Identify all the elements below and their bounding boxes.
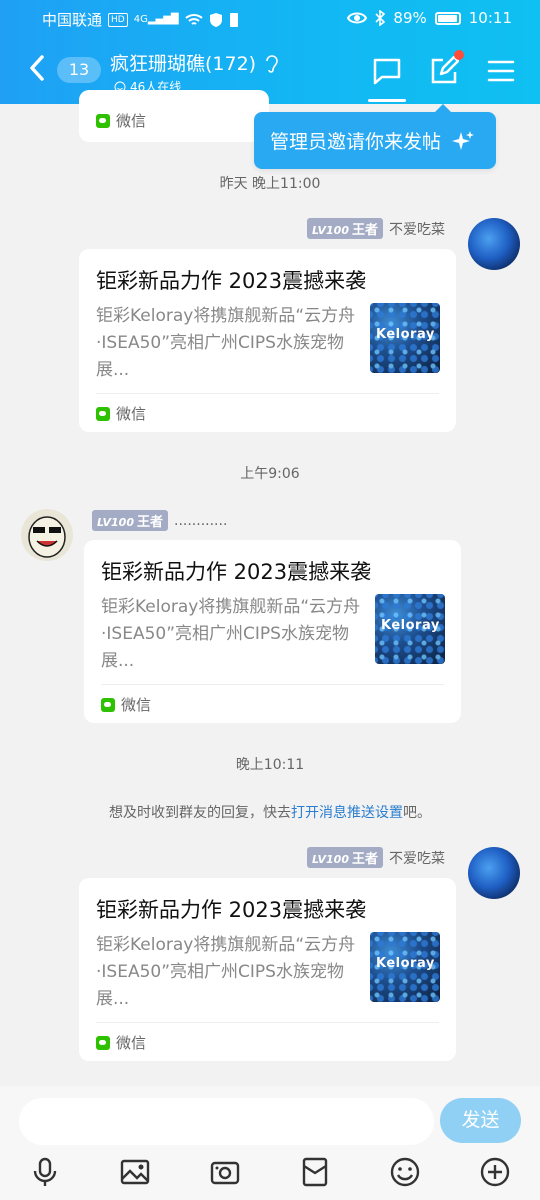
group-title[interactable]: 疯狂珊瑚礁(172) [110, 49, 280, 76]
unread-count-badge[interactable]: 13 [57, 57, 101, 83]
card-thumbnail: Keloray [375, 594, 445, 664]
bluetooth-icon [375, 10, 386, 26]
source-label: 微信 [116, 1034, 147, 1052]
timestamp: 昨天 晚上11:00 [219, 176, 321, 192]
send-button[interactable]: 发送 [440, 1098, 521, 1143]
card-source: 微信 [96, 1032, 146, 1053]
app-header: 中国联通 HD 4G▂▄▆█ 89% 10:11 13 疯狂珊瑚礁(172) 4… [0, 0, 540, 104]
level-badge: LV100 王者 [307, 218, 383, 239]
rank-text: 王者 [351, 223, 378, 238]
shield-icon [209, 12, 222, 27]
divider [101, 684, 444, 685]
card-thumbnail: Keloray [370, 303, 440, 373]
menu-icon[interactable] [486, 56, 516, 86]
card-description: 钜彩Keloray将携旗舰新品“云方舟·ISEA50”亮相广州CIPS水族宠物展… [96, 306, 356, 380]
back-arrow-icon[interactable] [26, 52, 48, 84]
hd-badge: HD [108, 12, 128, 27]
message-card[interactable]: 钜彩新品力作 2023震撼来袭 钜彩Keloray将携旗舰新品“云方舟·ISEA… [79, 878, 456, 1061]
message-card-partial[interactable]: 微信 [79, 90, 269, 142]
camera-icon[interactable] [209, 1156, 241, 1188]
eye-icon [347, 12, 368, 24]
active-tab-indicator [368, 99, 406, 102]
timestamp: 晚上10:11 [235, 757, 305, 773]
avatar[interactable] [468, 847, 520, 899]
card-source: 微信 [96, 403, 146, 424]
tooltip-text: 管理员邀请你来发帖 [270, 131, 442, 153]
notice-text: 想及时收到群友的回复，快去 [109, 805, 291, 821]
level-text: LV100 [97, 516, 134, 529]
avatar[interactable] [468, 218, 520, 270]
notice-suffix: 吧。 [403, 805, 431, 821]
level-text: LV100 [312, 853, 349, 866]
level-text: LV100 [312, 224, 349, 237]
sim-icon [229, 12, 238, 27]
sender-info: LV100 王者 不爱吃菜 [307, 847, 445, 868]
red-packet-icon[interactable] [299, 1156, 331, 1188]
card-title: 钜彩新品力作 2023震撼来袭 [96, 269, 367, 293]
chat-bubble-icon[interactable] [372, 56, 402, 86]
divider [96, 1022, 439, 1023]
sender-info: LV100 王者 ............ [92, 510, 227, 531]
status-bar: 中国联通 HD 4G▂▄▆█ 89% 10:11 [0, 0, 540, 36]
battery-percent: 89% [393, 9, 427, 27]
new-dot-badge [454, 50, 464, 60]
card-description: 钜彩Keloray将携旗舰新品“云方舟·ISEA50”亮相广州CIPS水族宠物展… [101, 597, 361, 671]
microphone-icon[interactable] [29, 1156, 61, 1188]
ear-icon [266, 54, 278, 73]
wechat-icon [96, 1035, 110, 1050]
admin-invite-tooltip[interactable]: 管理员邀请你来发帖 [254, 104, 496, 169]
composer-bar: 发送 [0, 1086, 540, 1200]
card-thumbnail: Keloray [370, 932, 440, 1002]
push-notice: 想及时收到群友的回复，快去打开消息推送设置吧。 [0, 802, 540, 822]
carrier-label: 中国联通 [42, 11, 103, 29]
card-source: 微信 [101, 694, 151, 715]
cartoon-face-icon [28, 516, 66, 558]
card-description: 钜彩Keloray将携旗舰新品“云方舟·ISEA50”亮相广州CIPS水族宠物展… [96, 935, 356, 1009]
message-input[interactable] [19, 1098, 434, 1145]
message-card[interactable]: 钜彩新品力作 2023震撼来袭 钜彩Keloray将携旗舰新品“云方舟·ISEA… [84, 540, 461, 723]
signal-icon: 4G▂▄▆█ [133, 13, 179, 25]
sender-name[interactable]: 不爱吃菜 [389, 219, 445, 239]
wifi-icon [184, 13, 203, 25]
level-badge: LV100 王者 [92, 510, 168, 531]
message-card[interactable]: 钜彩新品力作 2023震撼来袭 钜彩Keloray将携旗舰新品“云方舟·ISEA… [79, 249, 456, 432]
wechat-icon [96, 113, 110, 128]
battery-icon [434, 11, 461, 25]
thumb-brand: Keloray [376, 327, 435, 342]
sender-info: LV100 王者 不爱吃菜 [307, 218, 445, 239]
source-label: 微信 [116, 112, 147, 130]
rank-text: 王者 [136, 515, 163, 530]
clock: 10:11 [468, 9, 512, 27]
thumb-brand: Keloray [381, 618, 440, 633]
emoji-icon[interactable] [389, 1156, 421, 1188]
group-name: 疯狂珊瑚礁(172) [110, 53, 257, 75]
compose-post-icon[interactable] [429, 56, 459, 86]
avatar[interactable] [21, 509, 73, 561]
sender-name[interactable]: 不爱吃菜 [389, 848, 445, 868]
card-source: 微信 [96, 110, 146, 131]
open-push-settings-link[interactable]: 打开消息推送设置 [291, 805, 403, 821]
sparkle-icon [452, 130, 475, 150]
source-label: 微信 [121, 696, 152, 714]
thumb-brand: Keloray [376, 956, 435, 971]
image-icon[interactable] [119, 1156, 151, 1188]
card-title: 钜彩新品力作 2023震撼来袭 [96, 898, 367, 922]
level-badge: LV100 王者 [307, 847, 383, 868]
sender-name[interactable]: ............ [174, 513, 227, 529]
rank-text: 王者 [351, 852, 378, 867]
card-title: 钜彩新品力作 2023震撼来袭 [101, 560, 372, 584]
wechat-icon [101, 697, 115, 712]
source-label: 微信 [116, 405, 147, 423]
timestamp: 上午9:06 [240, 466, 300, 482]
divider [96, 393, 439, 394]
signal-type: 4G [133, 13, 148, 25]
plus-icon[interactable] [479, 1156, 511, 1188]
wechat-icon [96, 406, 110, 421]
